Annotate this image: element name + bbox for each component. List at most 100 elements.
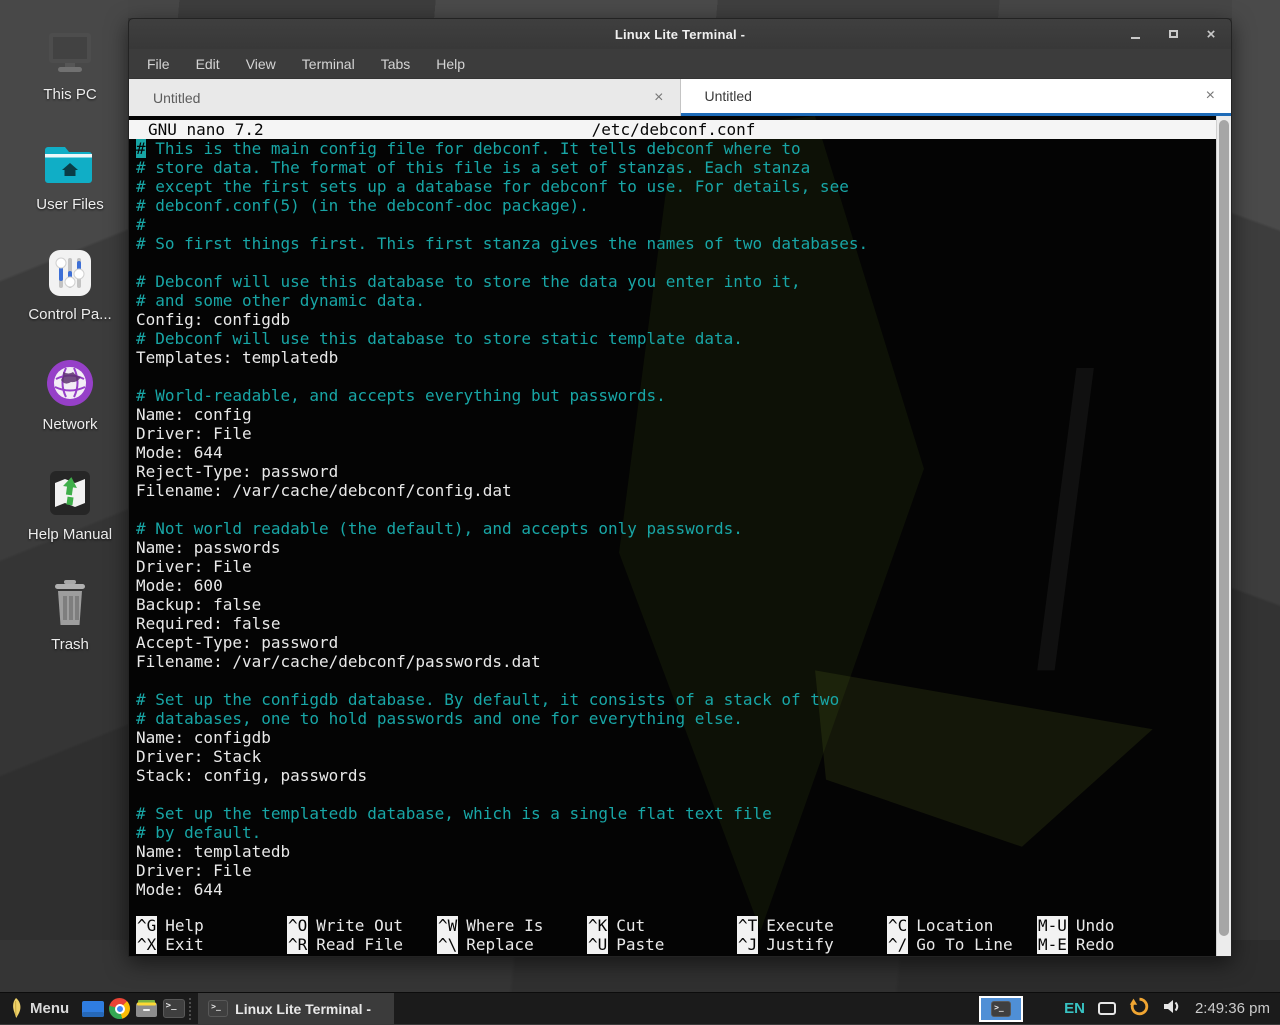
menu-item-terminal[interactable]: Terminal	[302, 56, 355, 72]
menu-item-tabs[interactable]: Tabs	[381, 56, 411, 72]
editor-lines: # This is the main config file for debco…	[136, 139, 1198, 899]
editor-line: # This is the main config file for debco…	[136, 139, 1198, 158]
taskbar-separator	[189, 998, 196, 1020]
system-tray: >_ EN 2:49:36 pm	[979, 993, 1280, 1024]
file-manager-icon[interactable]	[133, 993, 160, 1025]
help-manual-icon	[6, 465, 134, 521]
editor-line: Required: false	[136, 614, 1198, 633]
volume-icon[interactable]	[1163, 998, 1182, 1020]
workspace-pager[interactable]: >_	[979, 996, 1023, 1022]
updates-icon[interactable]	[1129, 996, 1150, 1022]
editor-line: Stack: config, passwords	[136, 766, 1198, 785]
editor-line: Name: configdb	[136, 728, 1198, 747]
desktop-icon-help-manual[interactable]: Help Manual	[6, 465, 134, 543]
editor-line: # Set up the configdb database. By defau…	[136, 690, 1198, 709]
nano-shortcut-cut[interactable]: ^KCut	[587, 916, 737, 935]
taskbar-clock[interactable]: 2:49:36 pm	[1195, 1000, 1270, 1017]
editor-line	[136, 500, 1198, 519]
desktop-icon-label: User Files	[6, 196, 134, 213]
editor-line: Driver: File	[136, 424, 1198, 443]
nano-shortcut-paste[interactable]: ^UPaste	[587, 935, 737, 954]
desktop-icon-label: Network	[6, 416, 134, 433]
editor-line: Reject-Type: password	[136, 462, 1198, 481]
nano-shortcut-replace[interactable]: ^\Replace	[437, 935, 587, 954]
editor-line: Backup: false	[136, 595, 1198, 614]
editor-line: Mode: 600	[136, 576, 1198, 595]
editor-line: Accept-Type: password	[136, 633, 1198, 652]
menu-item-file[interactable]: File	[147, 56, 170, 72]
nano-shortcut-read-file[interactable]: ^RRead File	[287, 935, 437, 954]
editor-line: #	[136, 215, 1198, 234]
taskbar: Menu >_ >_ Linux Lite Terminal - >_ EN	[0, 992, 1280, 1024]
scrollbar-thumb[interactable]	[1219, 120, 1229, 936]
wallpaper-shape	[1232, 0, 1280, 1024]
wallpaper-shape	[0, 0, 1280, 18]
nano-shortcut-location[interactable]: ^CLocation	[887, 916, 1037, 935]
menu-bar: File Edit View Terminal Tabs Help	[129, 49, 1231, 79]
maximize-button[interactable]	[1165, 26, 1181, 42]
desktop-icon-trash[interactable]: Trash	[6, 575, 134, 653]
editor-line	[136, 671, 1198, 690]
nano-shortcut-redo[interactable]: M-ERedo	[1037, 935, 1198, 954]
editor-line: # debconf.conf(5) (in the debconf-doc pa…	[136, 196, 1198, 215]
editor-line: Mode: 644	[136, 443, 1198, 462]
nano-shortcut-exit[interactable]: ^XExit	[136, 935, 287, 954]
minimize-button[interactable]	[1127, 26, 1143, 42]
chrome-browser-icon[interactable]	[106, 993, 133, 1025]
desktop-icon-control-panel[interactable]: Control Pa...	[6, 245, 134, 323]
editor-line	[136, 253, 1198, 272]
tab-untitled-1[interactable]: Untitled ×	[129, 79, 681, 116]
nano-shortcut-go-to-line[interactable]: ^/Go To Line	[887, 935, 1037, 954]
text-cursor: #	[136, 139, 146, 158]
menu-item-help[interactable]: Help	[436, 56, 465, 72]
tab-close-icon[interactable]: ×	[1206, 88, 1215, 104]
menu-item-edit[interactable]: Edit	[196, 56, 220, 72]
title-bar[interactable]: Linux Lite Terminal - ×	[129, 19, 1231, 49]
terminal-icon: >_	[991, 1001, 1011, 1017]
editor-line: # So first things first. This first stan…	[136, 234, 1198, 253]
trash-icon	[6, 575, 134, 631]
nano-shortcut-help[interactable]: ^GHelp	[136, 916, 287, 935]
show-desktop-icon[interactable]	[79, 993, 106, 1025]
editor-line: Name: templatedb	[136, 842, 1198, 861]
nano-shortcuts: ^GHelp^OWrite Out^WWhere Is^KCut^TExecut…	[136, 916, 1198, 954]
editor-line: Config: configdb	[136, 310, 1198, 329]
terminal-launcher-icon[interactable]: >_	[160, 993, 187, 1025]
scrollbar-track[interactable]	[1216, 116, 1231, 956]
editor-line: # Debconf will use this database to stor…	[136, 272, 1198, 291]
close-button[interactable]: ×	[1203, 26, 1219, 42]
nano-shortcut-write-out[interactable]: ^OWrite Out	[287, 916, 437, 935]
terminal-window: Linux Lite Terminal - × File Edit View Term…	[128, 18, 1232, 957]
desktop-icon-this-pc[interactable]: This PC	[6, 25, 134, 103]
desktop-icon-network[interactable]: Network	[6, 355, 134, 433]
tab-untitled-2[interactable]: Untitled ×	[681, 79, 1232, 116]
keyboard-language-indicator[interactable]: EN	[1064, 1000, 1085, 1017]
nano-shortcut-undo[interactable]: M-UUndo	[1037, 916, 1198, 935]
editor-line: # except the first sets up a database fo…	[136, 177, 1198, 196]
desktop-icon-user-files[interactable]: User Files	[6, 135, 134, 213]
nano-editor[interactable]: GNU nano 7.2 /etc/debconf.conf # This is…	[129, 116, 1218, 956]
editor-line: Filename: /var/cache/debconf/passwords.d…	[136, 652, 1198, 671]
editor-line: # Debconf will use this database to stor…	[136, 329, 1198, 348]
nano-shortcut-justify[interactable]: ^JJustify	[737, 935, 887, 954]
editor-line	[136, 785, 1198, 804]
start-menu-button[interactable]: Menu	[0, 993, 79, 1024]
editor-line: Name: config	[136, 405, 1198, 424]
taskbar-window-button[interactable]: >_ Linux Lite Terminal -	[198, 993, 394, 1024]
tab-label: Untitled	[705, 88, 752, 104]
desktop-icon-label: Help Manual	[6, 526, 134, 543]
keyboard-layout-icon[interactable]	[1098, 1002, 1116, 1015]
tab-bar: Untitled × Untitled ×	[129, 79, 1231, 116]
menu-item-view[interactable]: View	[246, 56, 276, 72]
nano-shortcut-execute[interactable]: ^TExecute	[737, 916, 887, 935]
editor-line: Driver: File	[136, 557, 1198, 576]
computer-icon	[6, 25, 134, 81]
linux-lite-logo-icon	[8, 998, 23, 1019]
network-globe-icon	[6, 355, 134, 411]
desktop-icon-label: This PC	[6, 86, 134, 103]
editor-line: Name: passwords	[136, 538, 1198, 557]
editor-line: # World-readable, and accepts everything…	[136, 386, 1198, 405]
tab-close-icon[interactable]: ×	[654, 90, 663, 106]
nano-shortcut-where-is[interactable]: ^WWhere Is	[437, 916, 587, 935]
control-panel-icon	[6, 245, 134, 301]
